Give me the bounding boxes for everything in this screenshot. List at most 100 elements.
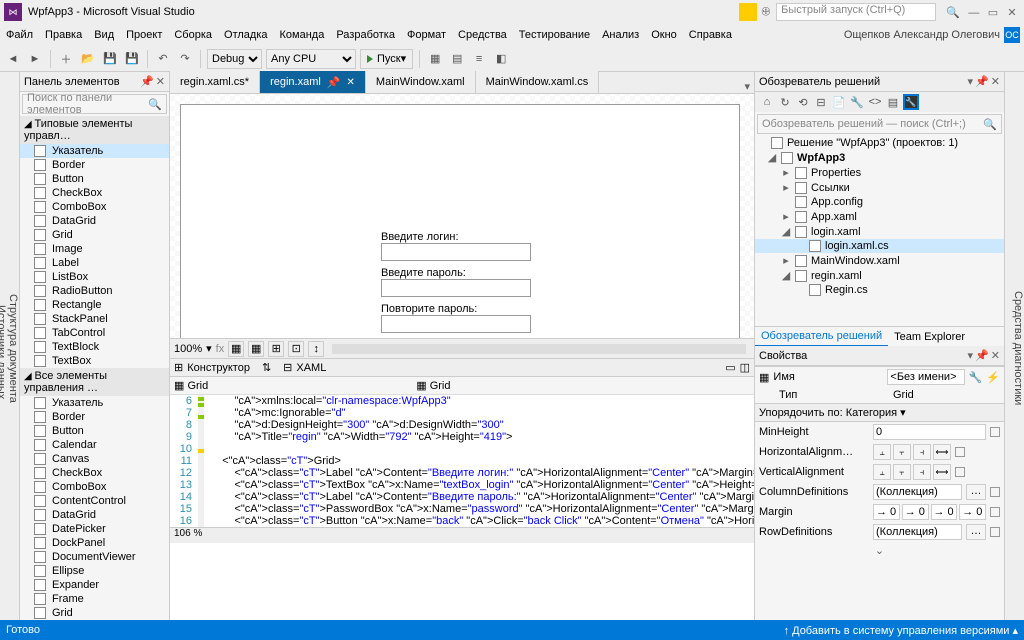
minimize-button[interactable]: — xyxy=(966,7,982,19)
toolbox-item[interactable]: Button xyxy=(20,172,169,186)
platform-select[interactable]: Any CPU xyxy=(266,49,356,69)
toolbox-item[interactable]: Calendar xyxy=(20,438,169,452)
code-zoom[interactable]: 106 % xyxy=(170,527,754,543)
align-button[interactable]: ⫞ xyxy=(913,464,931,480)
tab-mainwindow-cs[interactable]: MainWindow.xaml.cs xyxy=(476,71,600,93)
undo-button[interactable]: ↶ xyxy=(154,50,172,68)
menu-window[interactable]: Окно xyxy=(649,27,679,43)
refresh-icon[interactable]: ↻ xyxy=(777,94,793,110)
toolbox-item[interactable]: Frame xyxy=(20,592,169,606)
toolbox-item[interactable]: DataGrid xyxy=(20,214,169,228)
align-button[interactable]: ⫟ xyxy=(893,464,911,480)
zoom-value[interactable]: 100% xyxy=(174,343,202,355)
toolbox-item[interactable]: CheckBox xyxy=(20,466,169,480)
data-sources-tab[interactable]: Источники данных xyxy=(0,84,7,620)
zoom-btn-1[interactable]: ▦ xyxy=(228,341,244,357)
prop-value[interactable]: (Коллекция) xyxy=(873,484,962,500)
ellipsis-button[interactable]: … xyxy=(966,524,986,540)
close-icon[interactable]: ✕ xyxy=(347,77,355,88)
menu-team[interactable]: Команда xyxy=(278,27,327,43)
split-h-icon[interactable]: ▭ xyxy=(725,361,735,374)
ellipsis-button[interactable]: … xyxy=(966,484,986,500)
menu-view[interactable]: Вид xyxy=(92,27,116,43)
toolbox-item[interactable]: TextBlock xyxy=(20,340,169,354)
toolbox-item[interactable]: Border xyxy=(20,410,169,424)
tab-team-explorer[interactable]: Team Explorer xyxy=(888,327,971,347)
toolbox-item[interactable]: TextBox xyxy=(20,354,169,368)
menu-analyze[interactable]: Анализ xyxy=(600,27,641,43)
pin-icon[interactable]: 📌 xyxy=(327,76,341,89)
menu-project[interactable]: Проект xyxy=(124,27,164,43)
wrench-icon[interactable]: 🔧 xyxy=(969,371,983,384)
tabs-overflow-button[interactable]: ▾ xyxy=(740,80,754,93)
tb-btn-3[interactable]: ≡ xyxy=(470,50,488,68)
crumb-right[interactable]: ▦ Grid xyxy=(416,379,450,392)
designer-tab[interactable]: ⊞ Конструктор xyxy=(174,361,250,374)
solution-search-input[interactable]: Обозреватель решений — поиск (Ctrl+;)🔍 xyxy=(757,114,1002,134)
save-button[interactable]: 💾 xyxy=(101,50,119,68)
dropdown-icon[interactable]: ▾ xyxy=(968,349,974,362)
redo-button[interactable]: ↷ xyxy=(176,50,194,68)
prop-marker[interactable] xyxy=(955,447,965,457)
align-button[interactable]: ⫠ xyxy=(873,444,891,460)
preview-icon[interactable]: <> xyxy=(867,94,883,110)
wrench-icon[interactable]: 🔧 xyxy=(903,94,919,110)
xaml-designer[interactable]: Введите логин: Введите пароль: Повторите… xyxy=(170,94,754,338)
menu-test[interactable]: Тестирование xyxy=(517,27,592,43)
prop-name-input[interactable]: <Без имени> xyxy=(887,369,964,385)
tb-btn-4[interactable]: ◧ xyxy=(492,50,510,68)
toolbox-group-common[interactable]: ◢ Типовые элементы управл… xyxy=(20,116,169,144)
dropdown-icon[interactable]: ▾ xyxy=(968,75,974,88)
align-button[interactable]: ⫞ xyxy=(913,444,931,460)
toolbox-item[interactable]: Expander xyxy=(20,578,169,592)
close-icon[interactable]: ✕ xyxy=(991,349,1000,362)
doc-outline-tab[interactable]: Структура документа xyxy=(7,76,19,620)
toolbox-item[interactable]: Ellipse xyxy=(20,564,169,578)
close-icon[interactable]: ✕ xyxy=(991,75,1000,88)
margin-input[interactable]: → 0 xyxy=(873,504,900,520)
notification-icon[interactable] xyxy=(739,3,757,21)
crumb-left[interactable]: ▦ Grid xyxy=(174,379,208,392)
menu-tools[interactable]: Средства xyxy=(456,27,509,43)
quick-launch-input[interactable]: Быстрый запуск (Ctrl+Q) xyxy=(776,3,936,21)
home-icon[interactable]: ⌂ xyxy=(759,94,775,110)
status-vcs[interactable]: ↑ Добавить в систему управления версиями… xyxy=(784,624,1018,637)
toolbox-item[interactable]: Rectangle xyxy=(20,298,169,312)
nav-fwd-button[interactable]: ► xyxy=(26,50,44,68)
run-button[interactable]: Пуск ▾ xyxy=(360,49,413,69)
collapse-icon[interactable]: ⊟ xyxy=(813,94,829,110)
show-all-icon[interactable]: 📄 xyxy=(831,94,847,110)
align-button[interactable]: ⫟ xyxy=(893,444,911,460)
toolbox-item[interactable]: Grid xyxy=(20,606,169,620)
open-button[interactable]: 📂 xyxy=(79,50,97,68)
toolbox-item[interactable]: Label xyxy=(20,256,169,270)
margin-input[interactable]: → 0 xyxy=(959,504,986,520)
menu-file[interactable]: Файл xyxy=(4,27,35,43)
maximize-button[interactable]: ▭ xyxy=(985,6,1001,19)
toolbox-item[interactable]: DatePicker xyxy=(20,522,169,536)
toolbox-item[interactable]: ComboBox xyxy=(20,200,169,214)
sort-label[interactable]: Упорядочить по: Категория ▾ xyxy=(759,406,906,419)
menu-debug[interactable]: Отладка xyxy=(222,27,269,43)
align-button[interactable]: ⟷ xyxy=(933,444,951,460)
margin-input[interactable]: → 0 xyxy=(931,504,958,520)
h-scroll[interactable] xyxy=(332,344,746,354)
password-input[interactable] xyxy=(381,279,531,297)
tb-btn-2[interactable]: ▤ xyxy=(448,50,466,68)
toolbox-item[interactable]: Grid xyxy=(20,228,169,242)
pin-icon[interactable]: 📌 xyxy=(140,75,154,88)
sync-icon[interactable]: ⟲ xyxy=(795,94,811,110)
tb-btn-1[interactable]: ▦ xyxy=(426,50,444,68)
prop-value[interactable]: 0 xyxy=(873,424,986,440)
toolbox-item[interactable]: TabControl xyxy=(20,326,169,340)
margin-input[interactable]: → 0 xyxy=(902,504,929,520)
properties-icon[interactable]: 🔧 xyxy=(849,94,865,110)
xaml-tab[interactable]: ⊟ XAML xyxy=(283,361,326,374)
toolbox-item[interactable]: DataGrid xyxy=(20,508,169,522)
align-button[interactable]: ⟷ xyxy=(933,464,951,480)
tab-solution-explorer[interactable]: Обозреватель решений xyxy=(755,327,888,347)
toolbox-item[interactable]: StackPanel xyxy=(20,312,169,326)
prop-marker[interactable] xyxy=(990,427,1000,437)
toolbox-item[interactable]: DocumentViewer xyxy=(20,550,169,564)
search-icon[interactable]: 🔍 xyxy=(946,6,960,19)
